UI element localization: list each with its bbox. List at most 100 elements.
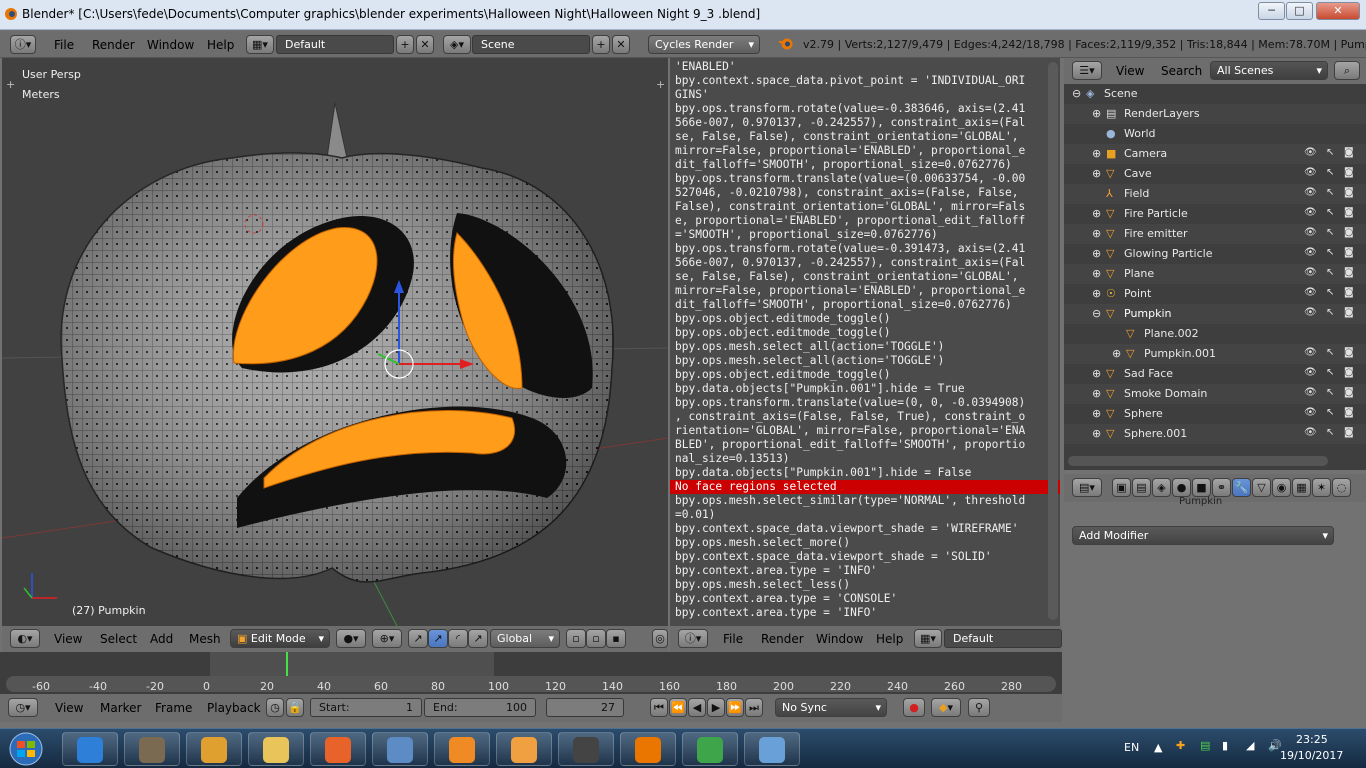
clock-time[interactable]: 23:25 [1296, 733, 1328, 746]
timeline-menu-frame[interactable]: Frame [155, 701, 192, 715]
editor-type-outliner-icon[interactable]: ☰▾ [1072, 61, 1102, 80]
render-camera-icon[interactable]: ◙ [1344, 367, 1354, 378]
eye-icon[interactable]: 👁 [1304, 187, 1317, 198]
eye-icon[interactable]: 👁 [1304, 287, 1317, 298]
outliner-item-renderlayers[interactable]: ⊕ ▤ RenderLayers [1064, 104, 1366, 124]
cursor-select-icon[interactable]: ↖ [1326, 347, 1334, 358]
editor-type-3dview-icon[interactable]: ◐▾ [10, 629, 40, 648]
render-camera-icon[interactable]: ◙ [1344, 347, 1354, 358]
outliner-scrollbar[interactable] [1068, 456, 1328, 466]
keying-set-icon[interactable]: ◆▾ [931, 698, 961, 717]
language-indicator[interactable]: EN [1124, 741, 1139, 754]
add-layout-icon[interactable]: + [396, 35, 414, 54]
internet-explorer-icon[interactable] [62, 732, 118, 766]
cursor-select-icon[interactable]: ↖ [1326, 287, 1334, 298]
log-menu-help[interactable]: Help [876, 632, 903, 646]
tray-signal-icon[interactable]: ◢ [1246, 739, 1254, 752]
scene-icon-button[interactable]: ◈▾ [443, 35, 471, 54]
physics-tab-icon[interactable]: ◌ [1332, 478, 1351, 497]
tray-expand-icon[interactable]: ▲ [1154, 741, 1162, 754]
cursor-select-icon[interactable]: ↖ [1326, 247, 1334, 258]
expand-toggle-icon[interactable]: ⊕ [1092, 267, 1101, 280]
tray-network-icon[interactable]: ▤ [1200, 739, 1210, 752]
eye-icon[interactable]: 👁 [1304, 307, 1317, 318]
translate-manipulator-icon[interactable]: ↗ [428, 629, 448, 648]
viewport-shading-icon[interactable]: ●▾ [336, 629, 366, 648]
outliner-item-pumpkin[interactable]: ⊖ ▽ Pumpkin 👁 ↖ ◙ [1064, 304, 1366, 324]
menu-help[interactable]: Help [207, 38, 234, 52]
eye-icon[interactable]: 👁 [1304, 427, 1317, 438]
face-select-icon[interactable]: ▪ [606, 629, 626, 648]
render-camera-icon[interactable]: ◙ [1344, 287, 1354, 298]
outliner-panel[interactable]: ☰▾ View Search All Scenes ▾ ⌕ ⊖ ◈ Scene ⊕ ▤ Re… [1064, 58, 1366, 470]
cursor-select-icon[interactable]: ↖ [1326, 427, 1334, 438]
remove-scene-icon[interactable]: ✕ [612, 35, 630, 54]
expand-toggle-icon[interactable]: ⊕ [1092, 287, 1101, 300]
chrome-icon[interactable] [682, 732, 738, 766]
jump-keyframe-back-icon[interactable]: ⏪ [669, 698, 687, 717]
viewport-menu-view[interactable]: View [54, 632, 82, 646]
outliner-menu-search[interactable]: Search [1161, 64, 1202, 78]
limit-selection-icon[interactable]: ◎ [652, 629, 668, 648]
outliner-item-plane-002[interactable]: ▽ Plane.002 [1064, 324, 1366, 344]
constraints-tab-icon[interactable]: ⚭ [1212, 478, 1231, 497]
viewport-menu-add[interactable]: Add [150, 632, 173, 646]
outliner-filter-select[interactable]: All Scenes ▾ [1210, 61, 1328, 80]
outliner-item-glowing-particle[interactable]: ⊕ ▽ Glowing Particle 👁 ↖ ◙ [1064, 244, 1366, 264]
cursor-select-icon[interactable]: ↖ [1326, 267, 1334, 278]
timeline-menu-view[interactable]: View [55, 701, 83, 715]
minimize-button[interactable]: ─ [1258, 2, 1285, 20]
modifiers-tab-icon[interactable]: 🔧 [1232, 478, 1251, 497]
paint-icon[interactable] [744, 732, 800, 766]
expand-toggle-icon[interactable]: ⊕ [1092, 167, 1101, 180]
expand-toggle-icon[interactable]: ⊕ [1112, 347, 1121, 360]
outliner-item-sphere[interactable]: ⊕ ▽ Sphere 👁 ↖ ◙ [1064, 404, 1366, 424]
preview-range-icon[interactable]: ◷ [266, 698, 284, 717]
log-screen-layout-icon[interactable]: ▦▾ [914, 629, 942, 648]
outliner-item-scene[interactable]: ⊖ ◈ Scene [1064, 84, 1366, 104]
edge-select-icon[interactable]: ▫ [586, 629, 606, 648]
outliner-item-sphere-001[interactable]: ⊕ ▽ Sphere.001 👁 ↖ ◙ [1064, 424, 1366, 444]
expand-toggle-icon[interactable]: ⊖ [1072, 87, 1081, 100]
screen-layout-icon[interactable]: ▦▾ [246, 35, 274, 54]
render-camera-icon[interactable]: ◙ [1344, 407, 1354, 418]
outliner-item-fire-emitter[interactable]: ⊕ ▽ Fire emitter 👁 ↖ ◙ [1064, 224, 1366, 244]
app-grid-icon[interactable] [434, 732, 490, 766]
gimp-icon[interactable] [124, 732, 180, 766]
mode-select[interactable]: ▣ Edit Mode ▾ [230, 629, 330, 648]
world-tab-icon[interactable]: ● [1172, 478, 1191, 497]
menu-window[interactable]: Window [147, 38, 194, 52]
viewport-menu-mesh[interactable]: Mesh [189, 632, 221, 646]
render-camera-icon[interactable]: ◙ [1344, 227, 1354, 238]
render-camera-icon[interactable]: ◙ [1344, 167, 1354, 178]
editor-type-timeline-icon[interactable]: ◷▾ [8, 698, 38, 717]
eye-icon[interactable]: 👁 [1304, 407, 1317, 418]
expand-toggle-icon[interactable]: ⊕ [1092, 227, 1101, 240]
expand-toggle-icon[interactable]: ⊕ [1092, 247, 1101, 260]
scene-tab-icon[interactable]: ◈ [1152, 478, 1171, 497]
manipulator-toggle-icon[interactable]: ↗ [408, 629, 428, 648]
texture-tab-icon[interactable]: ▦ [1292, 478, 1311, 497]
play-icon[interactable]: ▶ [707, 698, 725, 717]
start-frame-field[interactable]: Start: 1 [310, 698, 422, 717]
timeline-area[interactable]: -60 -40 -20 0 20 40 60 80 100 120 140 160 180 200 220 2… [0, 652, 1062, 694]
scale-manipulator-icon[interactable]: ↗ [468, 629, 488, 648]
outliner-item-sad-face[interactable]: ⊕ ▽ Sad Face 👁 ↖ ◙ [1064, 364, 1366, 384]
timeline-playhead[interactable] [285, 652, 288, 676]
layout-field[interactable]: Default [276, 35, 394, 54]
expand-toggle-icon[interactable]: ⊖ [1092, 307, 1101, 320]
play-reverse-icon[interactable]: ◀ [688, 698, 706, 717]
log-scrollbar[interactable] [1048, 62, 1058, 620]
video-icon[interactable] [496, 732, 552, 766]
render-tab-icon[interactable]: ▣ [1112, 478, 1131, 497]
file-explorer-icon[interactable] [248, 732, 304, 766]
pivot-point-icon[interactable]: ⊕▾ [372, 629, 402, 648]
outliner-item-field[interactable]: ⅄ Field 👁 ↖ ◙ [1064, 184, 1366, 204]
particles-tab-icon[interactable]: ✶ [1312, 478, 1331, 497]
eye-icon[interactable]: 👁 [1304, 207, 1317, 218]
log-menu-file[interactable]: File [723, 632, 743, 646]
object-tab-icon[interactable]: ■ [1192, 478, 1211, 497]
outliner-item-cave[interactable]: ⊕ ▽ Cave 👁 ↖ ◙ [1064, 164, 1366, 184]
tray-battery-icon[interactable]: ▮ [1222, 739, 1228, 752]
render-layers-tab-icon[interactable]: ▤ [1132, 478, 1151, 497]
